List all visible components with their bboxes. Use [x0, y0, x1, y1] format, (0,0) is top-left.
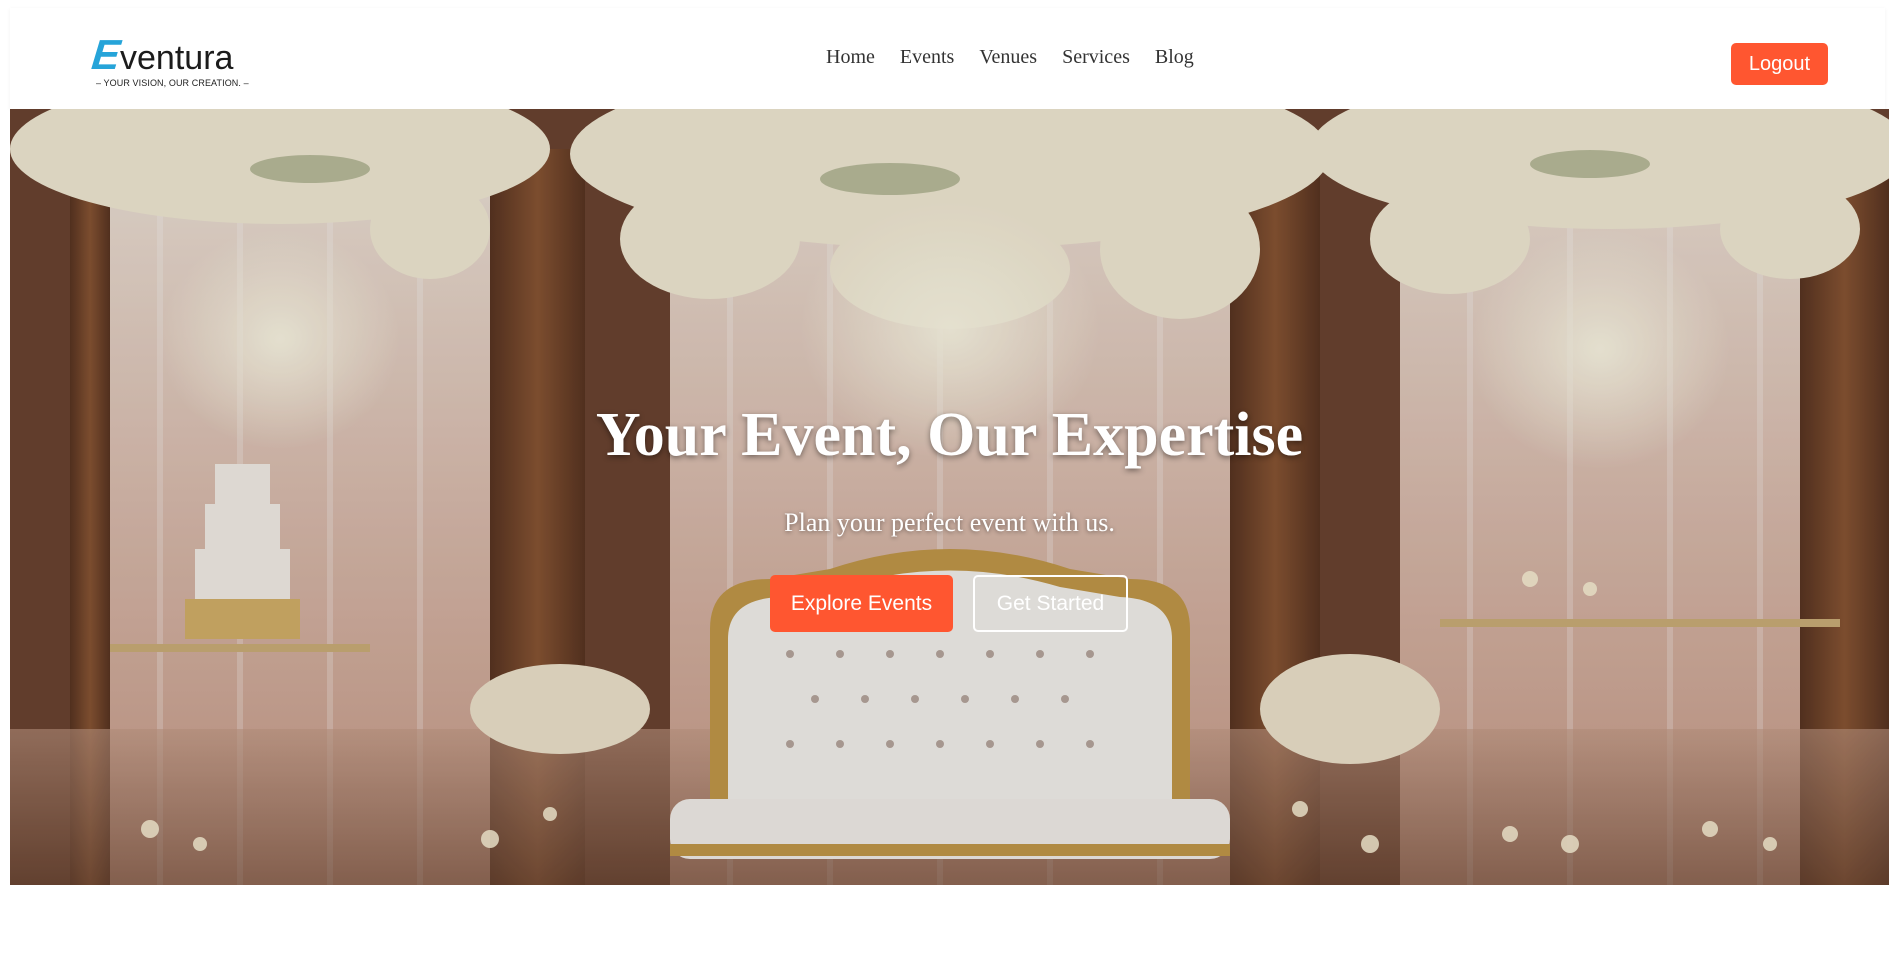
hero-banner: Your Event, Our Expertise Plan your perf… — [10, 109, 1889, 885]
nav-services-link[interactable]: Services — [1062, 46, 1130, 69]
main-nav: Home Events Venues Services Blog — [826, 46, 1194, 69]
hero-title: Your Event, Our Expertise — [595, 401, 1304, 469]
nav-venues-link[interactable]: Venues — [979, 46, 1037, 69]
logo-wordmark: Eventura — [89, 31, 234, 78]
logo-name: ventura — [120, 39, 234, 77]
navbar: Eventura – YOUR VISION, OUR CREATION. – … — [10, 8, 1885, 109]
hero-subtitle: Plan your perfect event with us. — [784, 508, 1115, 537]
explore-events-button[interactable]: Explore Events — [770, 575, 953, 632]
logo-initial: E — [89, 31, 123, 78]
hero-actions: Explore Events Get Started — [770, 575, 1128, 632]
logout-button[interactable]: Logout — [1731, 43, 1828, 85]
nav-events-link[interactable]: Events — [900, 46, 954, 69]
logo-tagline: – YOUR VISION, OUR CREATION. – — [96, 78, 249, 88]
hero-content: Your Event, Our Expertise Plan your perf… — [10, 109, 1889, 885]
logo[interactable]: Eventura – YOUR VISION, OUR CREATION. – — [80, 28, 255, 100]
nav-home-link[interactable]: Home — [826, 46, 875, 69]
nav-blog-link[interactable]: Blog — [1155, 46, 1194, 69]
get-started-button[interactable]: Get Started — [973, 575, 1128, 632]
